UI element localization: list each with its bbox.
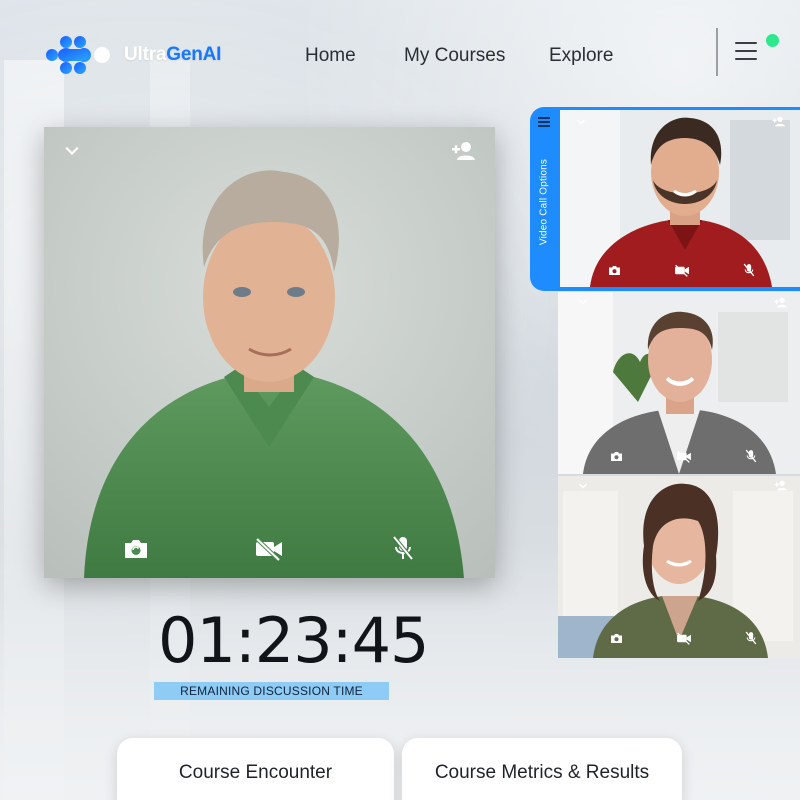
nav-my-courses[interactable]: My Courses bbox=[404, 45, 505, 67]
camera-icon[interactable] bbox=[610, 633, 623, 644]
participant-image-3 bbox=[558, 476, 800, 658]
camera-icon[interactable] bbox=[610, 451, 623, 462]
discussion-timer: 01:23:45 bbox=[158, 604, 429, 677]
brand-logo[interactable]: UltraGenAI bbox=[44, 34, 221, 76]
video-off-icon[interactable] bbox=[254, 537, 284, 561]
timer-label: REMAINING DISCUSSION TIME bbox=[154, 682, 389, 700]
participant-video-2[interactable] bbox=[558, 292, 800, 474]
course-metrics-label: Course Metrics & Results bbox=[434, 762, 650, 783]
add-person-icon[interactable] bbox=[774, 296, 788, 309]
camera-icon[interactable] bbox=[608, 265, 621, 276]
mic-off-icon[interactable] bbox=[392, 535, 414, 561]
brand-name-part1: Ultra bbox=[124, 44, 167, 65]
add-person-icon[interactable] bbox=[451, 139, 477, 163]
video-call-options-tab[interactable]: Video Call Options bbox=[531, 132, 557, 272]
video-off-icon[interactable] bbox=[676, 450, 692, 463]
participant-video-3[interactable] bbox=[558, 476, 800, 658]
mic-off-icon[interactable] bbox=[745, 631, 757, 645]
header-divider bbox=[716, 28, 718, 76]
brand-name-part2: GenAI bbox=[166, 44, 222, 65]
video-off-icon[interactable] bbox=[674, 264, 690, 277]
video-call-options-label: Video Call Options bbox=[538, 158, 550, 246]
chevron-down-icon[interactable] bbox=[576, 296, 590, 308]
chevron-down-icon[interactable] bbox=[576, 480, 590, 492]
add-person-icon[interactable] bbox=[772, 115, 786, 128]
chevron-down-icon[interactable] bbox=[574, 116, 588, 128]
chevron-down-icon[interactable] bbox=[62, 141, 82, 161]
mic-off-icon[interactable] bbox=[745, 449, 757, 463]
video-off-icon[interactable] bbox=[676, 632, 692, 645]
main-video-feed[interactable] bbox=[44, 127, 495, 578]
participant-image-2 bbox=[558, 292, 800, 474]
nav-home[interactable]: Home bbox=[305, 45, 356, 67]
course-encounter-card[interactable]: Course Encounter bbox=[117, 738, 394, 800]
course-encounter-label: Course Encounter bbox=[178, 762, 333, 783]
mic-off-icon[interactable] bbox=[743, 263, 755, 277]
participant-video-1[interactable] bbox=[560, 110, 800, 287]
online-status-dot bbox=[766, 34, 779, 47]
add-person-icon[interactable] bbox=[774, 479, 788, 492]
participant-image-1 bbox=[560, 110, 800, 287]
switch-camera-icon[interactable] bbox=[123, 538, 149, 560]
hamburger-menu-icon[interactable] bbox=[735, 42, 757, 60]
nav-explore[interactable]: Explore bbox=[549, 45, 613, 67]
logo-mark-icon bbox=[46, 36, 110, 74]
panel-menu-icon[interactable] bbox=[538, 117, 552, 129]
course-metrics-card[interactable]: Course Metrics & Results bbox=[402, 738, 682, 800]
brand-name: UltraGenAI bbox=[124, 44, 221, 66]
main-participant-image bbox=[44, 127, 495, 578]
